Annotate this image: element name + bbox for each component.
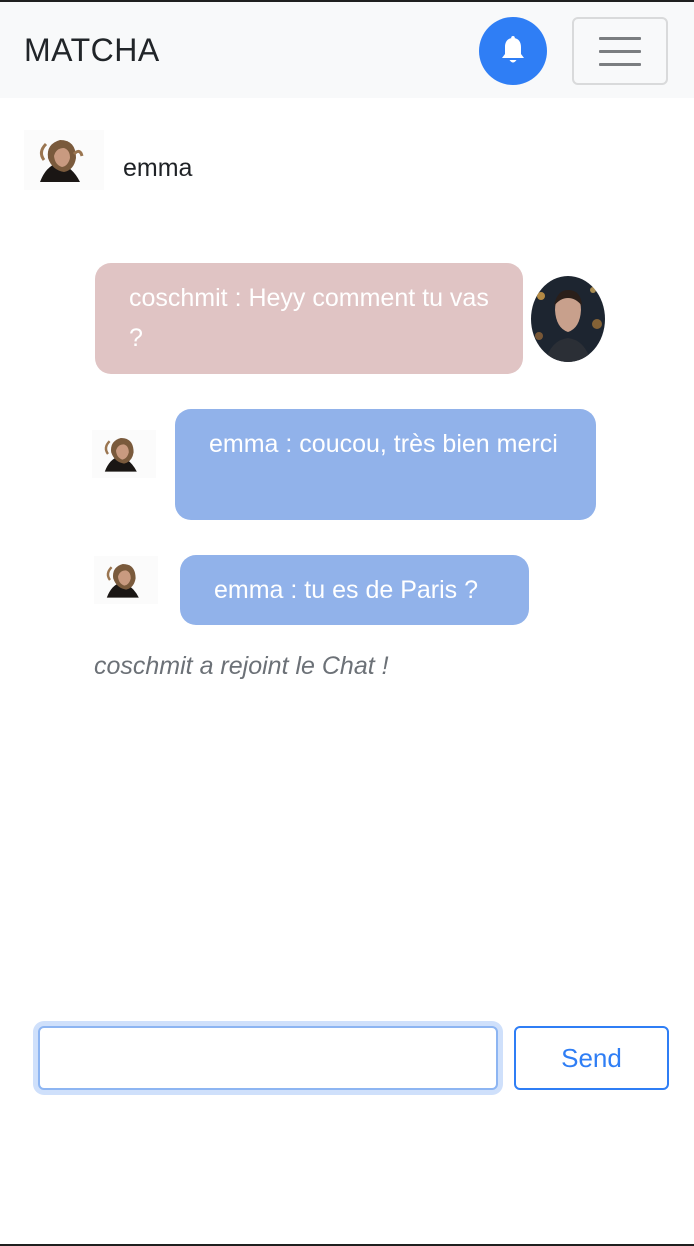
emma-avatar-image xyxy=(24,130,104,190)
hamburger-icon xyxy=(599,36,641,40)
message-input[interactable] xyxy=(38,1026,498,1090)
notifications-button[interactable] xyxy=(479,17,547,85)
message-text: coschmit : Heyy comment tu vas ? xyxy=(129,284,489,352)
send-button[interactable]: Send xyxy=(514,1026,669,1090)
emma-avatar[interactable] xyxy=(92,430,156,478)
emma-avatar[interactable] xyxy=(94,556,158,604)
message-bubble: coschmit : Heyy comment tu vas ? xyxy=(95,263,523,374)
menu-toggle-button[interactable] xyxy=(572,17,668,85)
message-text: emma : coucou, très bien merci xyxy=(209,430,558,458)
message-bubble: emma : tu es de Paris ? xyxy=(180,555,529,625)
chat-page: MATCHA emma coschmit : Heyy comment tu v… xyxy=(0,0,694,1246)
coschmit-avatar[interactable] xyxy=(531,276,605,362)
message-bubble: emma : coucou, très bien merci xyxy=(175,409,596,520)
message-text: emma : tu es de Paris ? xyxy=(214,576,479,604)
coschmit-avatar-image xyxy=(531,276,605,362)
emma-avatar-image xyxy=(92,430,156,478)
navbar: MATCHA xyxy=(0,2,694,98)
chat-partner-name[interactable]: emma xyxy=(123,154,192,183)
brand-logo[interactable]: MATCHA xyxy=(24,32,160,69)
emma-avatar-image xyxy=(94,556,158,604)
bell-icon xyxy=(502,36,524,63)
system-message: coschmit a rejoint le Chat ! xyxy=(94,652,389,680)
chat-partner-avatar[interactable] xyxy=(24,130,104,190)
